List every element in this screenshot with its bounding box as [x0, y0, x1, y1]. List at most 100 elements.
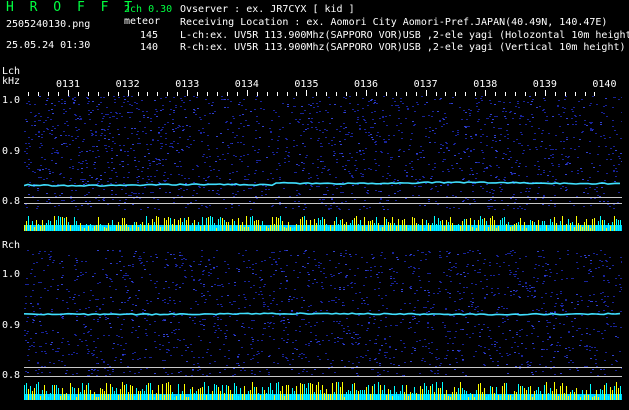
noise-dot	[425, 259, 427, 260]
noise-dot	[95, 131, 97, 132]
noise-dot	[390, 159, 392, 160]
activity-bar	[542, 394, 543, 400]
noise-dot	[562, 309, 564, 310]
noise-dot	[117, 317, 119, 318]
lch-ytick-2: 0.9	[2, 146, 21, 157]
noise-dot	[445, 374, 447, 375]
activity-bar	[38, 382, 39, 400]
noise-dot	[486, 286, 488, 287]
noise-dot	[243, 190, 245, 191]
activity-bar	[598, 221, 599, 231]
noise-dot	[121, 106, 123, 107]
noise-dot	[402, 283, 404, 284]
noise-dot	[454, 143, 456, 144]
noise-dot	[177, 127, 179, 128]
noise-dot	[165, 192, 167, 193]
noise-dot	[498, 167, 500, 168]
activity-bar	[248, 227, 249, 231]
noise-dot	[516, 332, 518, 333]
noise-dot	[347, 285, 349, 286]
noise-dot	[191, 270, 193, 271]
noise-dot	[210, 273, 212, 274]
noise-dot	[45, 104, 47, 105]
noise-dot	[412, 273, 414, 274]
noise-dot	[127, 96, 129, 97]
noise-dot	[410, 139, 412, 140]
activity-bar	[564, 225, 565, 231]
noise-dot	[273, 362, 275, 363]
noise-dot	[294, 289, 296, 290]
noise-dot	[434, 142, 436, 143]
noise-dot	[338, 299, 340, 300]
noise-dot	[298, 201, 300, 202]
activity-bar	[112, 387, 113, 400]
noise-dot	[545, 293, 547, 294]
noise-dot	[146, 300, 148, 301]
activity-bar	[158, 385, 159, 400]
noise-dot	[446, 148, 448, 149]
noise-dot	[475, 178, 477, 179]
noise-dot	[302, 113, 304, 114]
noise-dot	[193, 279, 195, 280]
activity-bar	[246, 395, 247, 400]
noise-dot	[208, 103, 210, 104]
noise-dot	[338, 263, 340, 264]
activity-bar	[298, 395, 299, 400]
noise-dot	[115, 182, 117, 183]
activity-bar	[492, 216, 493, 231]
noise-dot	[430, 189, 432, 190]
noise-dot	[61, 99, 63, 100]
noise-dot	[33, 311, 35, 312]
noise-dot	[486, 191, 488, 192]
noise-dot	[473, 149, 475, 150]
noise-dot	[314, 325, 316, 326]
noise-dot	[282, 356, 284, 357]
noise-dot	[199, 187, 201, 188]
noise-dot	[491, 344, 493, 345]
noise-dot	[220, 319, 222, 320]
noise-dot	[444, 325, 446, 326]
noise-dot	[131, 281, 133, 282]
noise-dot	[200, 119, 202, 120]
activity-bar	[500, 396, 501, 400]
noise-dot	[538, 256, 540, 257]
noise-dot	[88, 192, 90, 193]
activity-bar	[172, 392, 173, 400]
noise-dot	[427, 301, 429, 302]
noise-dot	[268, 146, 270, 147]
noise-dot	[409, 303, 411, 304]
activity-bar	[574, 227, 575, 231]
activity-bar	[538, 387, 539, 400]
activity-bar	[406, 225, 407, 231]
noise-dot	[569, 369, 571, 370]
noise-dot	[400, 101, 402, 102]
noise-dot	[495, 150, 497, 151]
noise-dot	[519, 281, 521, 282]
noise-dot	[340, 186, 342, 187]
activity-bar	[66, 393, 67, 400]
noise-dot	[447, 185, 449, 186]
lch-info: L-ch:ex. UV5R 113.900Mhz(SAPPORO VOR)USB…	[180, 30, 629, 41]
noise-dot	[499, 187, 501, 188]
noise-dot	[286, 139, 288, 140]
noise-dot	[379, 282, 381, 283]
noise-dot	[411, 161, 413, 162]
noise-dot	[549, 269, 551, 270]
activity-bar	[176, 396, 177, 400]
noise-dot	[519, 206, 521, 207]
noise-dot	[607, 201, 609, 202]
activity-bar	[418, 394, 419, 400]
noise-dot	[236, 135, 238, 136]
activity-bar	[86, 224, 87, 231]
noise-dot	[270, 173, 272, 174]
noise-dot	[312, 163, 314, 164]
noise-dot	[483, 352, 485, 353]
activity-bar	[286, 228, 287, 231]
noise-dot	[193, 364, 195, 365]
noise-dot	[552, 315, 554, 316]
noise-dot	[303, 168, 305, 169]
noise-dot	[232, 172, 234, 173]
noise-dot	[479, 332, 481, 333]
noise-dot	[340, 126, 342, 127]
noise-dot	[520, 132, 522, 133]
